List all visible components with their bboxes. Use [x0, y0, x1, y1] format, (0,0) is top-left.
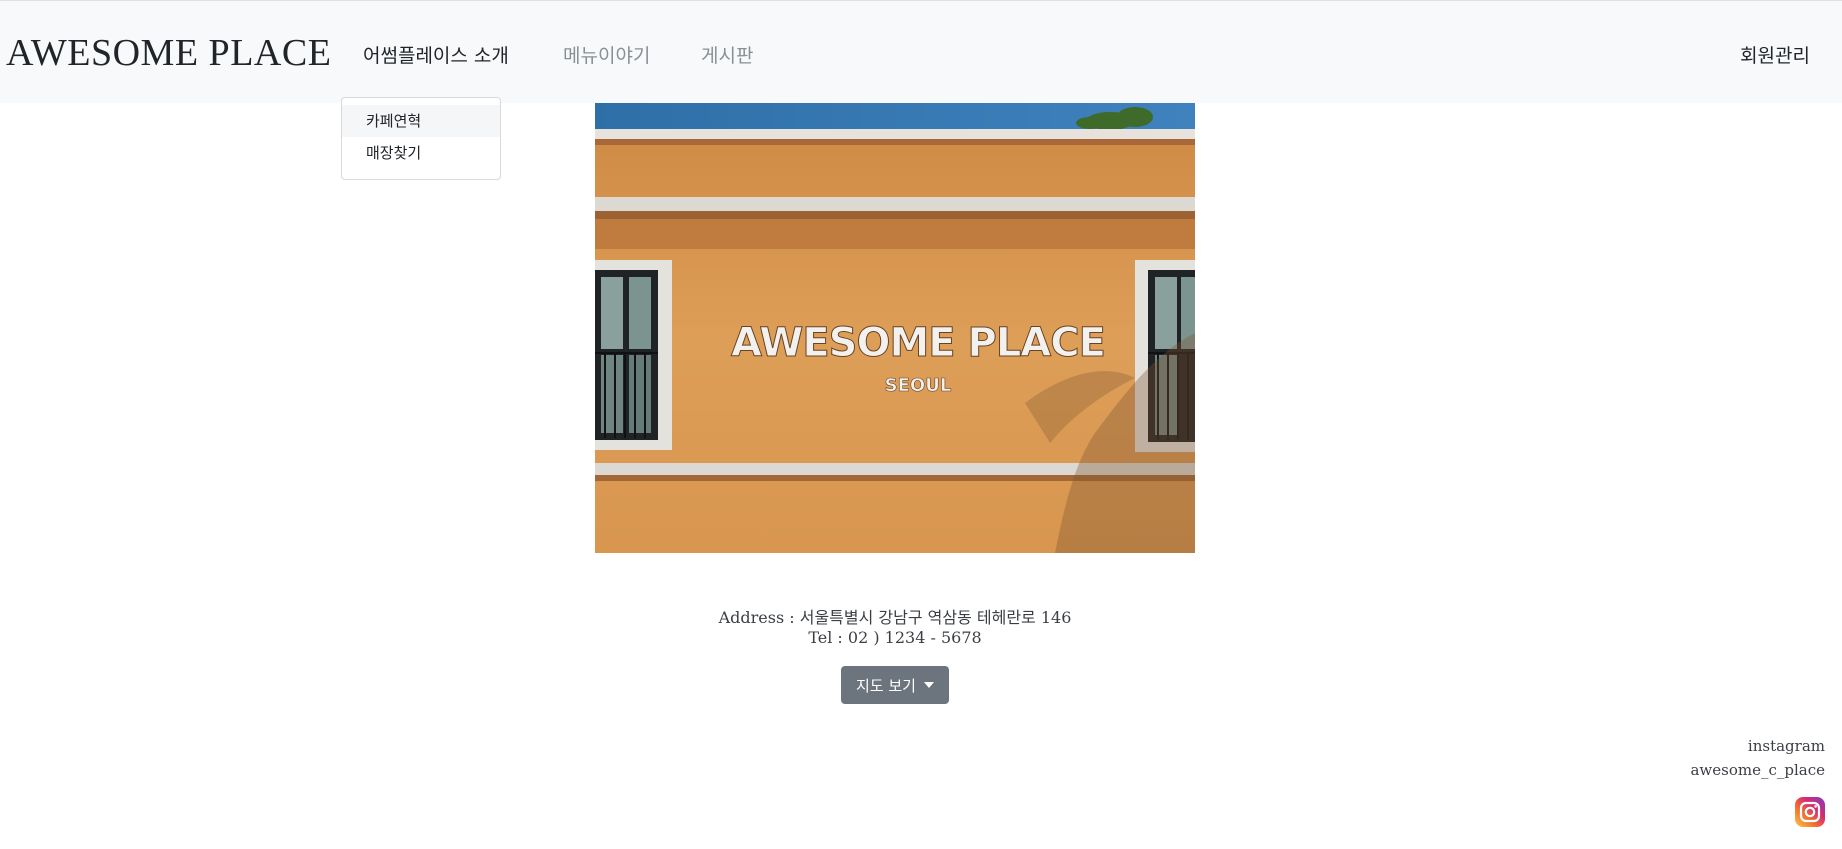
storefront-image: AWESOME PLACE SEOUL	[595, 103, 1195, 553]
brand-logo[interactable]: AWESOME PLACE	[6, 31, 331, 75]
nav-item-intro[interactable]: 어썸플레이스 소개	[363, 41, 509, 68]
nav-item-member[interactable]: 회원관리	[1740, 41, 1810, 68]
instagram-handle-link[interactable]: awesome_c_place	[1690, 761, 1825, 779]
intro-dropdown-menu: 카페연혁 매장찾기	[341, 97, 501, 180]
instagram-icon[interactable]	[1795, 797, 1825, 827]
sign-title: AWESOME PLACE	[731, 320, 1105, 366]
instagram-label: instagram	[1747, 737, 1825, 755]
navbar: AWESOME PLACE 어썸플레이스 소개 메뉴이야기 게시판 회원관리	[0, 0, 1842, 103]
map-button-label: 지도 보기	[856, 676, 916, 695]
caret-down-icon	[923, 682, 934, 688]
nav-item-board[interactable]: 게시판	[701, 41, 753, 68]
address-text: Address : 서울특별시 강남구 역삼동 테헤란로 146	[718, 608, 1072, 627]
map-toggle-button[interactable]: 지도 보기	[841, 666, 949, 704]
sign-subtitle: SEOUL	[885, 375, 952, 396]
tel-text: Tel : 02 ) 1234 - 5678	[808, 628, 982, 647]
dropdown-item-store-finder[interactable]: 매장찾기	[342, 137, 500, 169]
dropdown-item-history[interactable]: 카페연혁	[342, 105, 500, 137]
nav-item-menu[interactable]: 메뉴이야기	[563, 41, 650, 68]
